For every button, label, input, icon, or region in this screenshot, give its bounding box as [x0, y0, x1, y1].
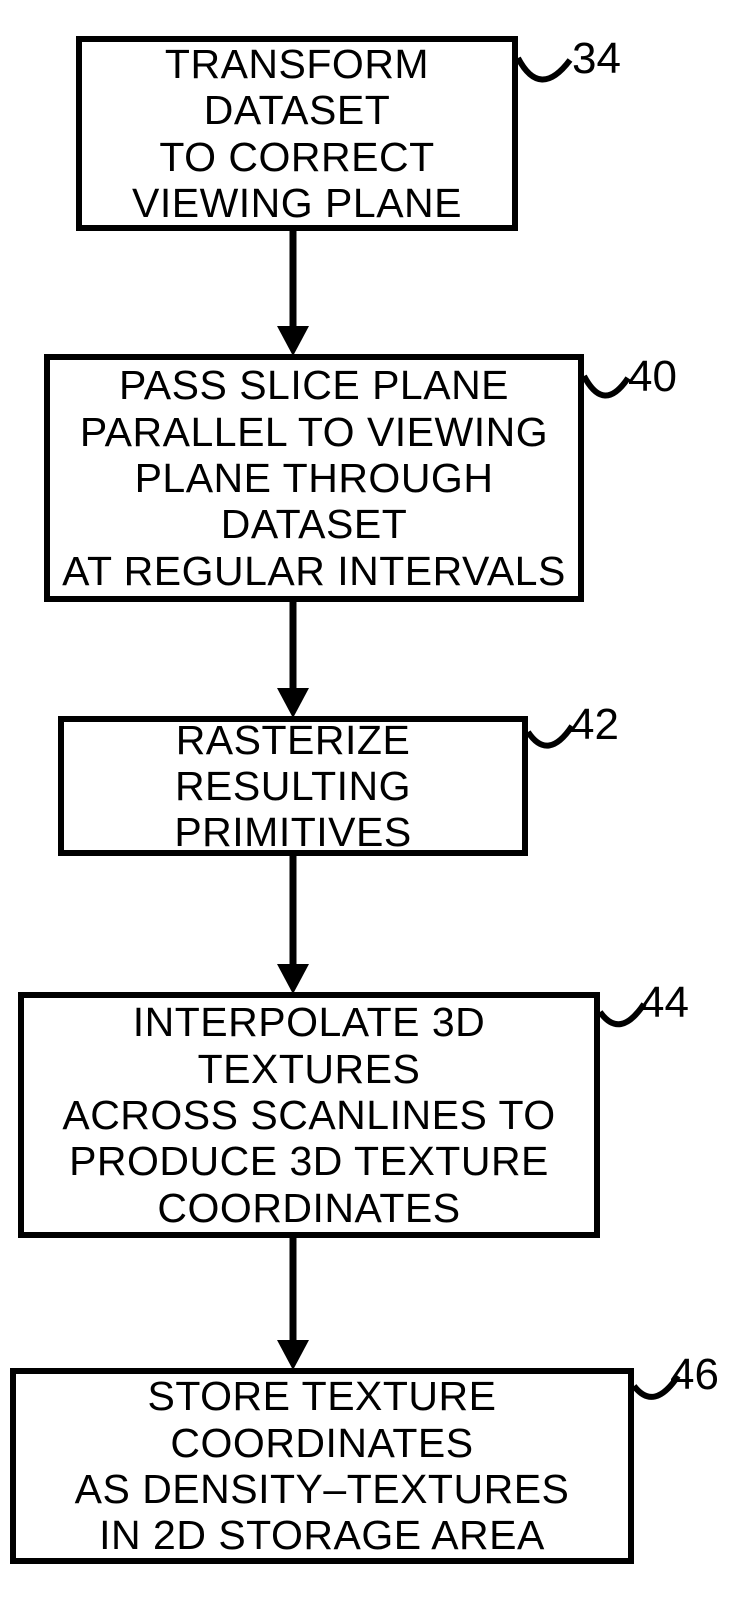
label-40: 40 [628, 352, 677, 402]
arrowhead-34-40 [277, 326, 309, 356]
label-42-text: 42 [570, 700, 619, 749]
label-40-text: 40 [628, 352, 677, 401]
connector-44-46 [290, 1238, 297, 1342]
connector-42-44 [290, 856, 297, 966]
connector-40-42 [290, 602, 297, 690]
label-34-text: 34 [572, 34, 621, 83]
flow-node-40: PASS SLICE PLANE PARALLEL TO VIEWING PLA… [44, 354, 584, 602]
flow-node-42-text: RASTERIZE RESULTING PRIMITIVES [74, 717, 512, 856]
label-42: 42 [570, 700, 619, 750]
flow-node-34-text: TRANSFORM DATASET TO CORRECT VIEWING PLA… [92, 41, 502, 226]
label-46-text: 46 [670, 1350, 719, 1399]
flow-node-46: STORE TEXTURE COORDINATES AS DENSITY–TEX… [10, 1368, 634, 1564]
flow-node-40-text: PASS SLICE PLANE PARALLEL TO VIEWING PLA… [60, 362, 568, 594]
arrowhead-42-44 [277, 964, 309, 994]
arrowhead-44-46 [277, 1340, 309, 1370]
flow-node-42: RASTERIZE RESULTING PRIMITIVES [58, 716, 528, 856]
flow-node-44: INTERPOLATE 3D TEXTURES ACROSS SCANLINES… [18, 992, 600, 1238]
flow-node-34: TRANSFORM DATASET TO CORRECT VIEWING PLA… [76, 36, 518, 231]
label-34: 34 [572, 34, 621, 84]
flow-node-44-text: INTERPOLATE 3D TEXTURES ACROSS SCANLINES… [34, 999, 584, 1231]
connector-34-40 [290, 231, 297, 328]
label-44: 44 [640, 978, 689, 1028]
label-46: 46 [670, 1350, 719, 1400]
flow-node-46-text: STORE TEXTURE COORDINATES AS DENSITY–TEX… [26, 1373, 618, 1558]
arrowhead-40-42 [277, 688, 309, 718]
label-44-text: 44 [640, 978, 689, 1027]
